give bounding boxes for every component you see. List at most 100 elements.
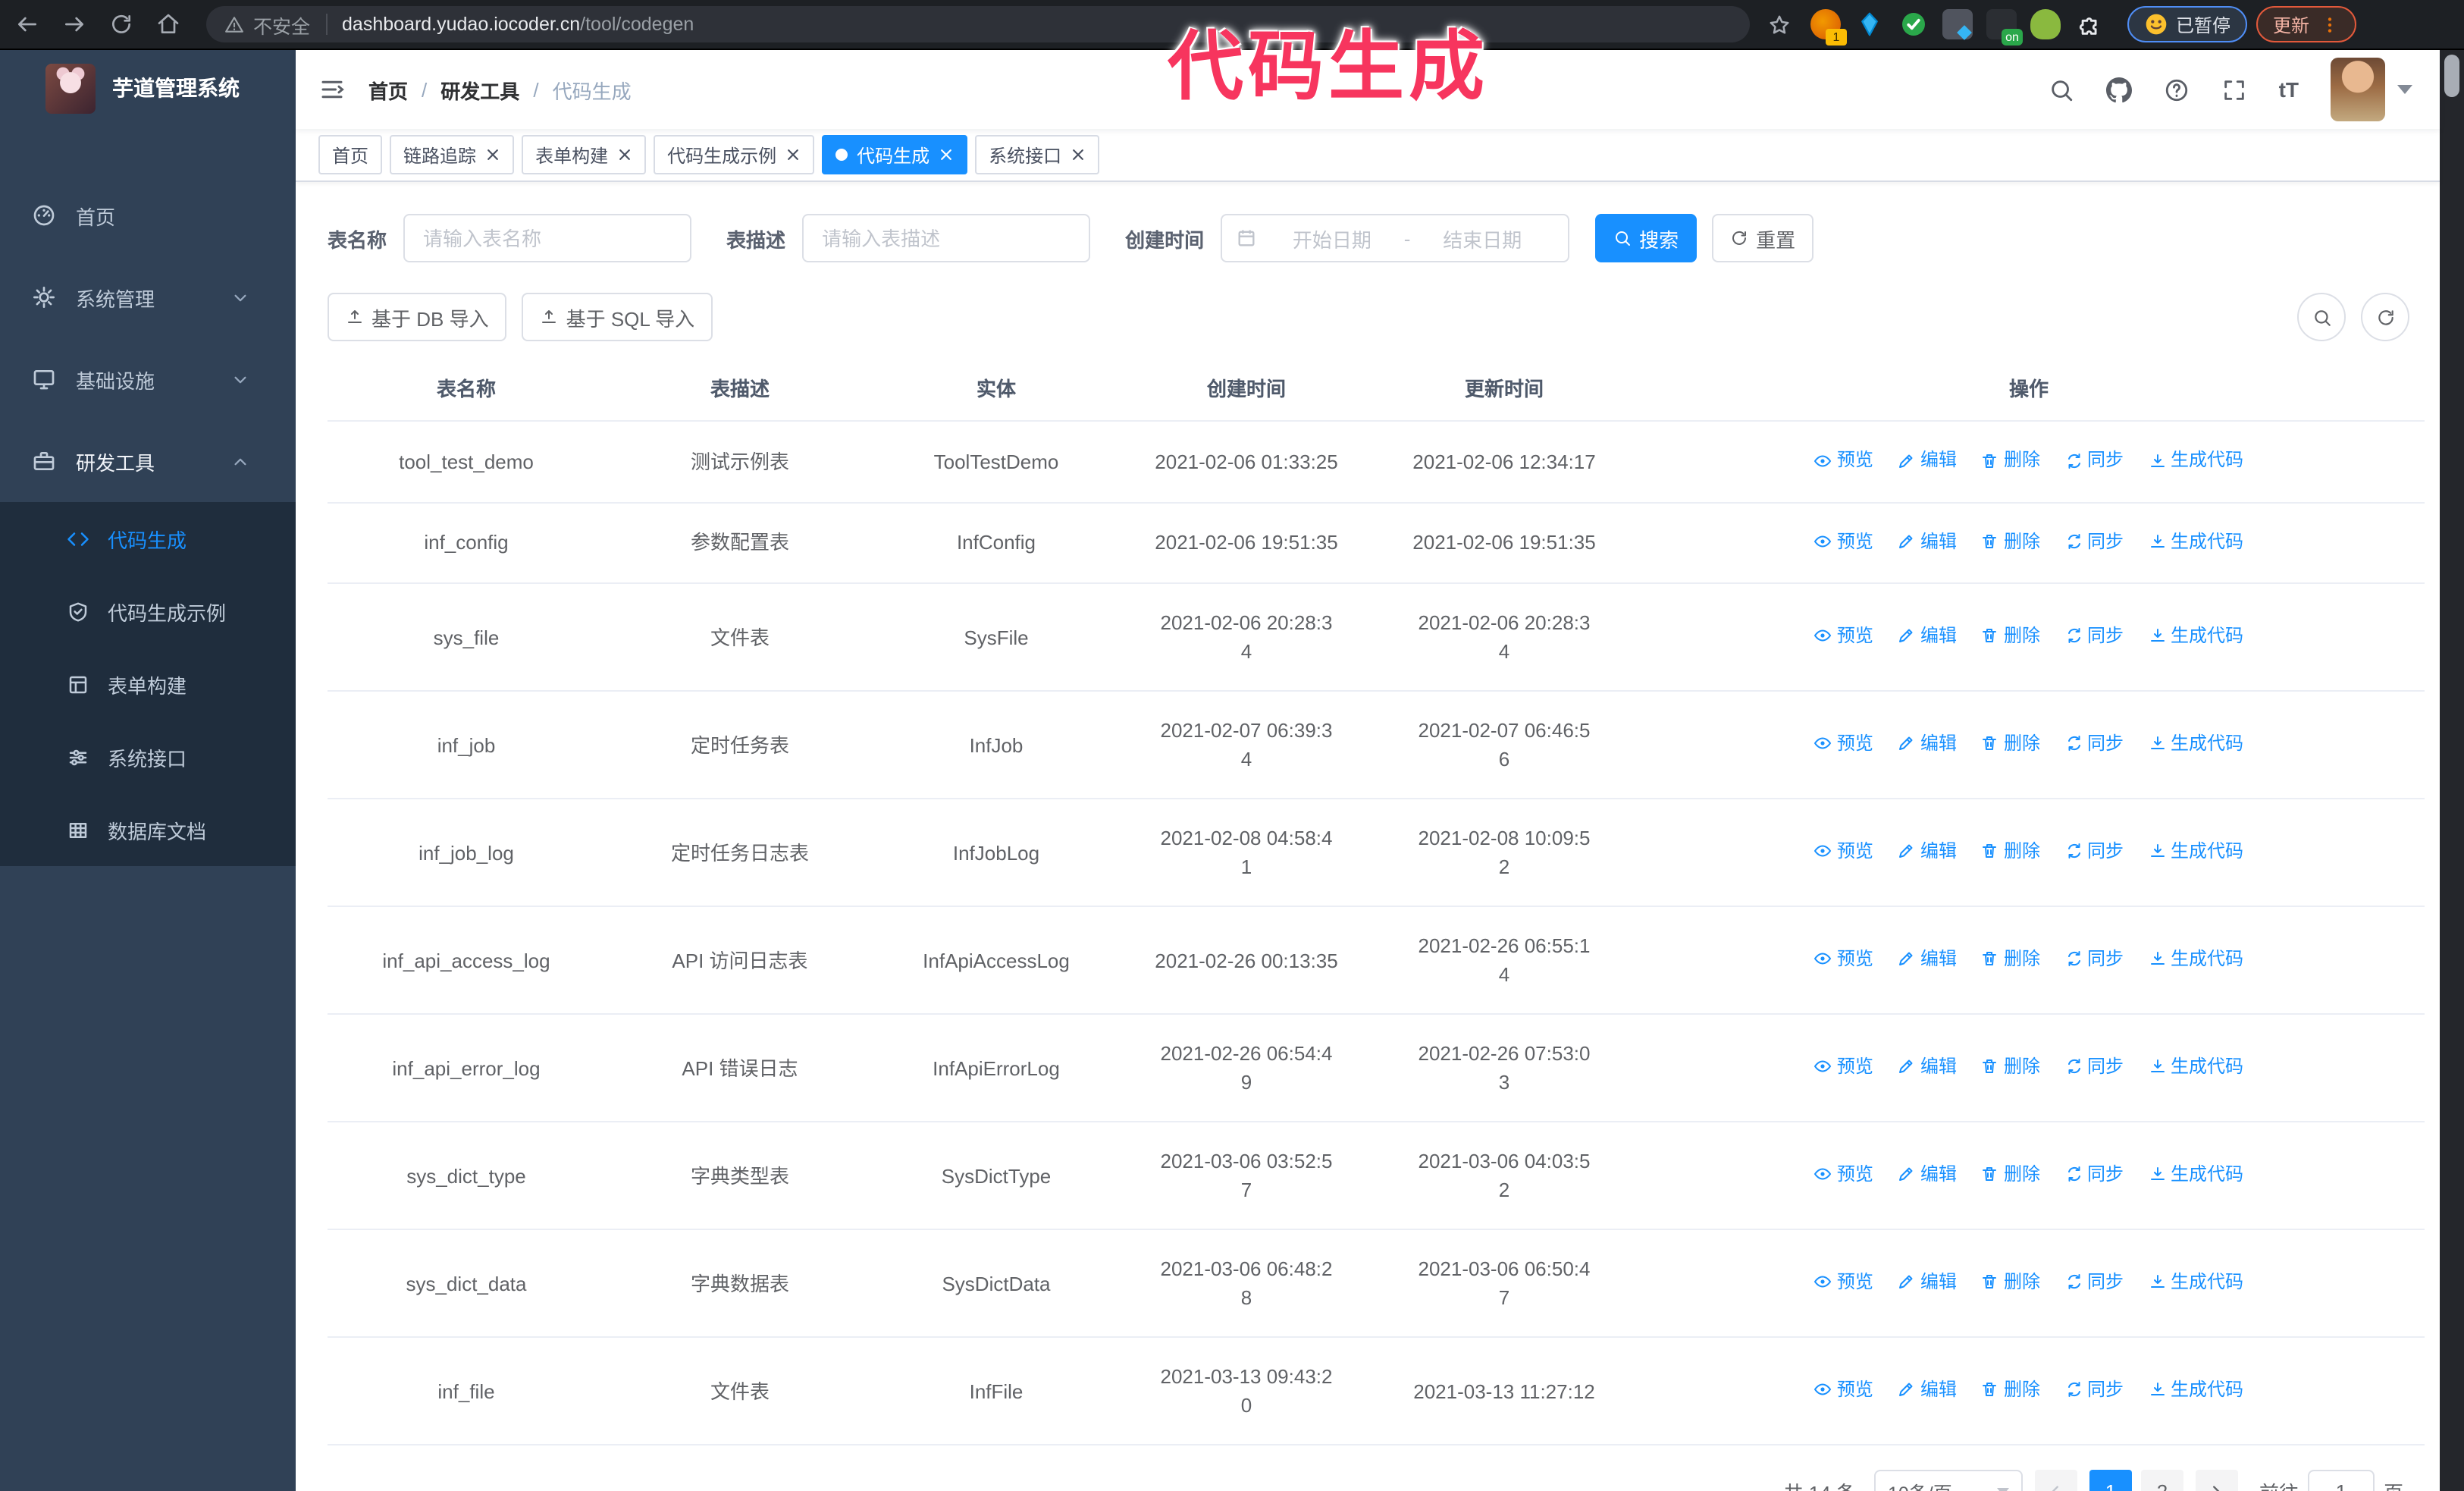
preview-link[interactable]: 预览	[1814, 945, 1873, 974]
sidebar-item[interactable]: 研发工具	[0, 420, 296, 502]
sidebar-subitem[interactable]: 表单构建	[0, 648, 296, 720]
generate-code-link[interactable]: 生成代码	[2148, 1053, 2243, 1081]
extensions-puzzle-icon[interactable]	[2074, 9, 2105, 39]
breadcrumb-item[interactable]: 首页	[368, 75, 408, 104]
sync-link[interactable]: 同步	[2064, 1053, 2124, 1081]
sidebar-subitem[interactable]: 系统接口	[0, 720, 296, 793]
extension-icon-2[interactable]	[1854, 9, 1885, 39]
preview-link[interactable]: 预览	[1814, 1376, 1873, 1405]
scrollbar-thumb[interactable]	[2444, 55, 2459, 97]
generate-code-link[interactable]: 生成代码	[2148, 945, 2243, 974]
browser-forward-icon[interactable]	[55, 5, 94, 44]
sync-link[interactable]: 同步	[2064, 1376, 2124, 1405]
delete-link[interactable]: 删除	[1981, 1268, 2040, 1297]
browser-reload-icon[interactable]	[102, 5, 141, 44]
delete-link[interactable]: 删除	[1981, 1376, 2040, 1405]
generate-code-link[interactable]: 生成代码	[2148, 730, 2243, 758]
preview-link[interactable]: 预览	[1814, 1053, 1873, 1081]
browser-scrollbar[interactable]	[2440, 50, 2464, 1491]
sync-link[interactable]: 同步	[2064, 837, 2124, 866]
next-page-button[interactable]	[2195, 1470, 2238, 1491]
chrome-update-button[interactable]: 更新	[2256, 6, 2357, 42]
delete-link[interactable]: 删除	[1981, 446, 2040, 475]
browser-home-icon[interactable]	[149, 5, 188, 44]
generate-code-link[interactable]: 生成代码	[2148, 1268, 2243, 1297]
goto-page-input[interactable]	[2307, 1470, 2375, 1491]
edit-link[interactable]: 编辑	[1898, 1268, 1957, 1297]
sidebar-toggle-icon[interactable]	[296, 76, 368, 103]
search-button[interactable]: 搜索	[1595, 214, 1698, 262]
delete-link[interactable]: 删除	[1981, 1053, 2040, 1081]
font-size-icon[interactable]: tT	[2279, 77, 2299, 102]
sidebar-item[interactable]: 基础设施	[0, 338, 296, 420]
sync-link[interactable]: 同步	[2064, 527, 2124, 556]
preview-link[interactable]: 预览	[1814, 1160, 1873, 1189]
preview-link[interactable]: 预览	[1814, 622, 1873, 651]
extension-icon-4[interactable]	[1942, 9, 1973, 39]
extension-icon-6[interactable]	[2030, 9, 2061, 39]
sync-link[interactable]: 同步	[2064, 1268, 2124, 1297]
help-icon[interactable]	[2164, 77, 2190, 102]
sync-link[interactable]: 同步	[2064, 945, 2124, 974]
delete-link[interactable]: 删除	[1981, 622, 2040, 651]
browser-menu-dots-icon[interactable]	[2320, 14, 2340, 34]
bookmark-star-icon[interactable]	[1759, 5, 1798, 44]
extension-icon-3[interactable]	[1898, 9, 1929, 39]
sidebar-subitem[interactable]: 代码生成示例	[0, 575, 296, 648]
sync-link[interactable]: 同步	[2064, 446, 2124, 475]
breadcrumb-item[interactable]: 研发工具	[440, 75, 519, 104]
generate-code-link[interactable]: 生成代码	[2148, 1376, 2243, 1405]
create-time-range-picker[interactable]: 开始日期 - 结束日期	[1221, 214, 1570, 262]
page-size-select[interactable]: 10条/页	[1873, 1470, 2023, 1491]
sync-link[interactable]: 同步	[2064, 730, 2124, 758]
generate-code-link[interactable]: 生成代码	[2148, 622, 2243, 651]
edit-link[interactable]: 编辑	[1898, 730, 1957, 758]
page-number-button[interactable]: 2	[2140, 1470, 2183, 1491]
edit-link[interactable]: 编辑	[1898, 622, 1957, 651]
preview-link[interactable]: 预览	[1814, 837, 1873, 866]
preview-link[interactable]: 预览	[1814, 527, 1873, 556]
tab-close-icon[interactable]	[785, 147, 801, 162]
reset-button[interactable]: 重置	[1712, 214, 1814, 262]
tab-item[interactable]: 系统接口	[975, 135, 1100, 174]
extension-icon-5[interactable]: on	[1986, 9, 2023, 46]
sidebar-item[interactable]: 系统管理	[0, 256, 296, 338]
tab-item[interactable]: 表单构建	[522, 135, 647, 174]
tab-item-active[interactable]: 代码生成	[822, 135, 968, 174]
app-logo[interactable]: 芋道管理系统	[0, 50, 296, 126]
delete-link[interactable]: 删除	[1981, 527, 2040, 556]
extension-icon-1[interactable]: 1	[1810, 9, 1847, 46]
fullscreen-icon[interactable]	[2221, 77, 2247, 102]
page-number-button[interactable]: 1	[2089, 1470, 2132, 1491]
generate-code-link[interactable]: 生成代码	[2148, 837, 2243, 866]
import-db-button[interactable]: 基于 DB 导入	[328, 293, 507, 341]
sidebar-subitem[interactable]: 代码生成	[0, 502, 296, 575]
edit-link[interactable]: 编辑	[1898, 527, 1957, 556]
import-sql-button[interactable]: 基于 SQL 导入	[522, 293, 713, 341]
sync-link[interactable]: 同步	[2064, 622, 2124, 651]
tab-close-icon[interactable]	[617, 147, 632, 162]
edit-link[interactable]: 编辑	[1898, 837, 1957, 866]
generate-code-link[interactable]: 生成代码	[2148, 446, 2243, 475]
profile-paused-badge[interactable]: 已暂停	[2127, 6, 2248, 42]
preview-link[interactable]: 预览	[1814, 1268, 1873, 1297]
delete-link[interactable]: 删除	[1981, 1160, 2040, 1189]
tab-close-icon[interactable]	[939, 147, 954, 162]
edit-link[interactable]: 编辑	[1898, 1160, 1957, 1189]
tab-item[interactable]: 链路追踪	[390, 135, 515, 174]
sidebar-item[interactable]: 首页	[0, 174, 296, 256]
tab-close-icon[interactable]	[485, 147, 500, 162]
tab-item[interactable]: 首页	[318, 135, 383, 174]
edit-link[interactable]: 编辑	[1898, 945, 1957, 974]
delete-link[interactable]: 删除	[1981, 945, 2040, 974]
delete-link[interactable]: 删除	[1981, 730, 2040, 758]
preview-link[interactable]: 预览	[1814, 446, 1873, 475]
github-icon[interactable]	[2106, 77, 2132, 102]
table-name-input[interactable]	[403, 214, 692, 262]
tab-item[interactable]: 代码生成示例	[654, 135, 815, 174]
hide-search-button[interactable]	[2297, 293, 2346, 341]
delete-link[interactable]: 删除	[1981, 837, 2040, 866]
generate-code-link[interactable]: 生成代码	[2148, 527, 2243, 556]
user-avatar[interactable]	[2331, 58, 2385, 121]
user-menu[interactable]	[2331, 58, 2412, 121]
